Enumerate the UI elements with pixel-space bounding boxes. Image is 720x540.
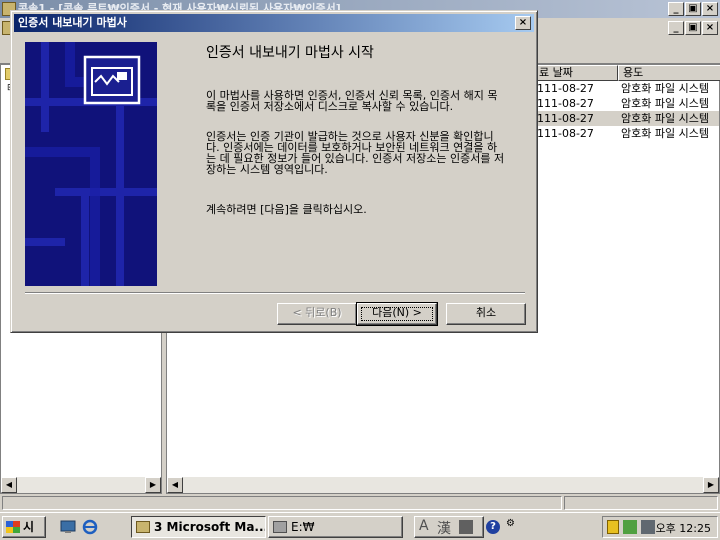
wizard-heading: 인증서 내보내기 마법사 시작 xyxy=(206,45,374,61)
status-cell xyxy=(564,496,718,510)
child-minimize-icon[interactable]: _ xyxy=(668,21,684,35)
tree-hscrollbar[interactable]: ◀ ▶ xyxy=(1,477,161,493)
ime-bar[interactable]: A 漢 xyxy=(414,516,484,538)
status-cell xyxy=(2,496,562,510)
taskbar: 시작 3 Microsoft Ma... E:₩ A 漢 ? ⚙ 오후 12:2… xyxy=(0,512,720,540)
scroll-right-icon[interactable]: ▶ xyxy=(145,477,161,493)
windows-logo-icon xyxy=(6,521,20,533)
col-header-expiry[interactable]: 료 날짜 xyxy=(534,65,618,81)
wizard-continue-text: 계속하려면 [다음]을 클릭하십시오. xyxy=(206,203,367,216)
ime-options-icon[interactable]: ⚙ xyxy=(506,518,515,529)
wizard-title-bar[interactable]: 인증서 내보내기 마법사 × xyxy=(14,14,534,32)
start-label: 시작 xyxy=(23,520,35,534)
task-mmc-label: 3 Microsoft Ma... xyxy=(154,520,266,534)
cell-expiry: 111-08-27 xyxy=(537,112,594,125)
scroll-left-icon[interactable]: ◀ xyxy=(167,477,183,493)
security-shield-icon[interactable] xyxy=(607,520,619,534)
cell-purpose: 암호화 파일 시스템 xyxy=(621,82,709,95)
system-tray: 오후 12:25 xyxy=(602,516,718,538)
start-button[interactable]: 시작 xyxy=(2,516,46,538)
wizard-close-icon[interactable]: × xyxy=(515,16,531,30)
child-close-icon[interactable]: × xyxy=(702,21,718,35)
focus-rect xyxy=(361,307,433,321)
wizard-separator xyxy=(25,292,525,294)
scroll-right-icon[interactable]: ▶ xyxy=(703,477,719,493)
hanja-icon[interactable]: 漢 xyxy=(437,518,451,538)
wizard-intro-text: 이 마법사를 사용하면 인증서, 인증서 신뢰 목록, 인증서 해지 목록을 인… xyxy=(206,89,498,113)
volume-icon[interactable] xyxy=(641,520,655,534)
cell-purpose: 암호화 파일 시스템 xyxy=(621,112,709,125)
task-mmc[interactable]: 3 Microsoft Ma... xyxy=(131,516,266,538)
mmc-task-icon xyxy=(136,521,150,533)
drive-icon xyxy=(273,521,287,533)
restore-icon[interactable]: ▣ xyxy=(685,2,701,16)
close-icon[interactable]: × xyxy=(702,2,718,16)
ime-pad-icon[interactable] xyxy=(459,520,473,534)
task-explorer-e[interactable]: E:₩ xyxy=(268,516,403,538)
task-explorer-label: E:₩ xyxy=(291,520,315,534)
back-button[interactable]: < 뒤로(B) xyxy=(277,303,357,325)
cell-purpose: 암호화 파일 시스템 xyxy=(621,97,709,110)
scroll-left-icon[interactable]: ◀ xyxy=(1,477,17,493)
clock[interactable]: 오후 12:25 xyxy=(656,520,711,536)
network-icon[interactable] xyxy=(623,520,637,534)
minimize-icon[interactable]: _ xyxy=(668,2,684,16)
wizard-description-text: 인증서는 인증 기관이 발급하는 것으로 사용자 신분을 확인합니다. 인증서에… xyxy=(206,130,505,176)
wizard-title: 인증서 내보내기 마법사 xyxy=(18,16,127,29)
desktop-icon[interactable] xyxy=(60,519,76,535)
cancel-button[interactable]: 취소 xyxy=(446,303,526,325)
internet-explorer-icon[interactable] xyxy=(82,519,98,535)
status-bar xyxy=(0,494,720,512)
next-button[interactable]: 다음(N) > xyxy=(356,302,438,326)
cell-purpose: 암호화 파일 시스템 xyxy=(621,127,709,140)
cell-expiry: 111-08-27 xyxy=(537,97,594,110)
list-hscrollbar[interactable]: ◀ ▶ xyxy=(167,477,719,493)
help-icon[interactable]: ? xyxy=(486,520,500,534)
cell-expiry: 111-08-27 xyxy=(537,127,594,140)
wizard-certificate-art xyxy=(25,42,157,286)
ime-mode-icon[interactable]: A xyxy=(419,518,429,534)
child-restore-icon[interactable]: ▣ xyxy=(685,21,701,35)
certificate-export-wizard: 인증서 내보내기 마법사 × 인증서 내보내기 마법사 시작 이 마법사를 사용… xyxy=(10,10,538,333)
cell-expiry: 111-08-27 xyxy=(537,82,594,95)
col-header-purpose[interactable]: 용도 xyxy=(618,65,720,81)
